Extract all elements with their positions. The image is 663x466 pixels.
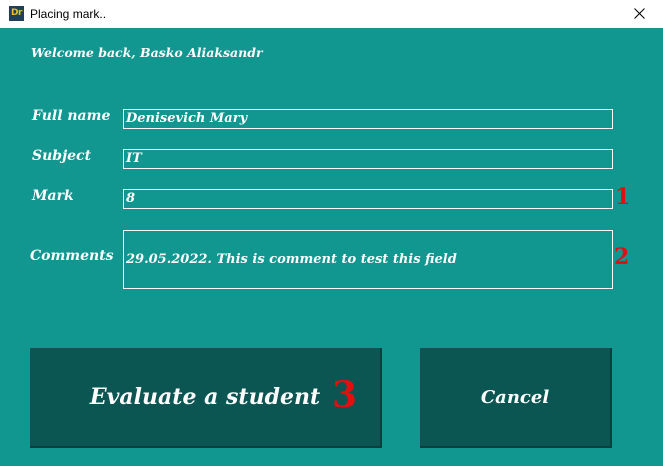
full-name-label: Full name: [32, 108, 111, 124]
comments-label: Comments: [30, 248, 114, 264]
welcome-message: Welcome back, Basko Aliaksandr: [31, 45, 263, 60]
window-title: Placing mark..: [30, 7, 107, 21]
subject-field[interactable]: IT: [123, 149, 613, 169]
mark-label: Mark: [32, 188, 74, 204]
app-icon: Dr: [9, 6, 24, 21]
marker-two: 2: [614, 244, 630, 270]
evaluate-student-label: Evaluate a student: [89, 384, 321, 410]
mark-field[interactable]: 8: [123, 189, 613, 209]
comments-text: 29.05.2022. This is comment to test this…: [126, 252, 457, 267]
close-icon: [634, 8, 645, 19]
cancel-label: Cancel: [480, 386, 550, 408]
full-name-field[interactable]: Denisevich Mary: [123, 109, 613, 129]
placing-mark-window: Dr Placing mark.. Welcome back, Basko Al…: [0, 0, 663, 466]
marker-three: 3: [332, 374, 358, 416]
marker-one: 1: [615, 184, 631, 210]
comments-field[interactable]: 29.05.2022. This is comment to test this…: [123, 230, 613, 289]
cancel-button[interactable]: Cancel: [420, 348, 612, 448]
subject-label: Subject: [32, 148, 92, 164]
title-bar: Dr Placing mark..: [0, 0, 663, 28]
evaluate-student-button[interactable]: Evaluate a student: [30, 348, 382, 448]
close-button[interactable]: [617, 0, 663, 28]
